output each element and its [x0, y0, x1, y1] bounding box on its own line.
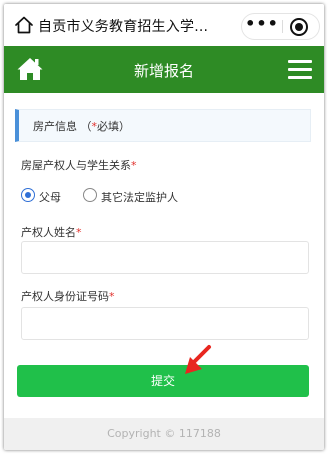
owner-id-label: 产权人身份证号码* [21, 290, 115, 303]
radio-guardian-label[interactable]: 其它法定监护人 [101, 189, 178, 205]
miniapp-topbar: 自贡市义务教育招生入学... ••• [4, 4, 324, 46]
submit-button[interactable]: 提交 [17, 365, 309, 397]
required-mark: * [131, 159, 137, 172]
app-header: 新增报名 [4, 46, 324, 93]
owner-id-input[interactable] [21, 307, 309, 340]
radio-parents-label[interactable]: 父母 [39, 189, 61, 205]
owner-name-input[interactable] [21, 241, 309, 274]
required-mark: * [76, 226, 82, 239]
radio-guardian[interactable] [83, 188, 97, 202]
red-arrow-icon [185, 345, 211, 374]
target-icon[interactable] [290, 18, 308, 36]
capsule-divider [282, 20, 283, 33]
section-title: 房产信息 （*必填） [33, 120, 130, 133]
phone-frame: 自贡市义务教育招生入学... ••• 新增报名 房产信息 （*必填） 房屋产权人… [4, 4, 324, 450]
page-title: 新增报名 [133, 62, 194, 80]
hamburger-menu-icon[interactable] [288, 60, 312, 80]
relation-label: 房屋产权人与学生关系* [21, 159, 137, 172]
radio-parents[interactable] [21, 188, 35, 202]
owner-name-label: 产权人姓名* [21, 226, 82, 239]
home-outline-icon[interactable] [14, 15, 34, 35]
section-header: 房产信息 （*必填） [15, 109, 311, 142]
footer-copyright: Copyright © 117188 [4, 418, 324, 450]
miniapp-title: 自贡市义务教育招生入学... [38, 19, 209, 35]
required-mark: * [109, 290, 115, 303]
miniapp-capsule: ••• [241, 13, 320, 40]
more-options-button[interactable]: ••• [242, 14, 282, 39]
